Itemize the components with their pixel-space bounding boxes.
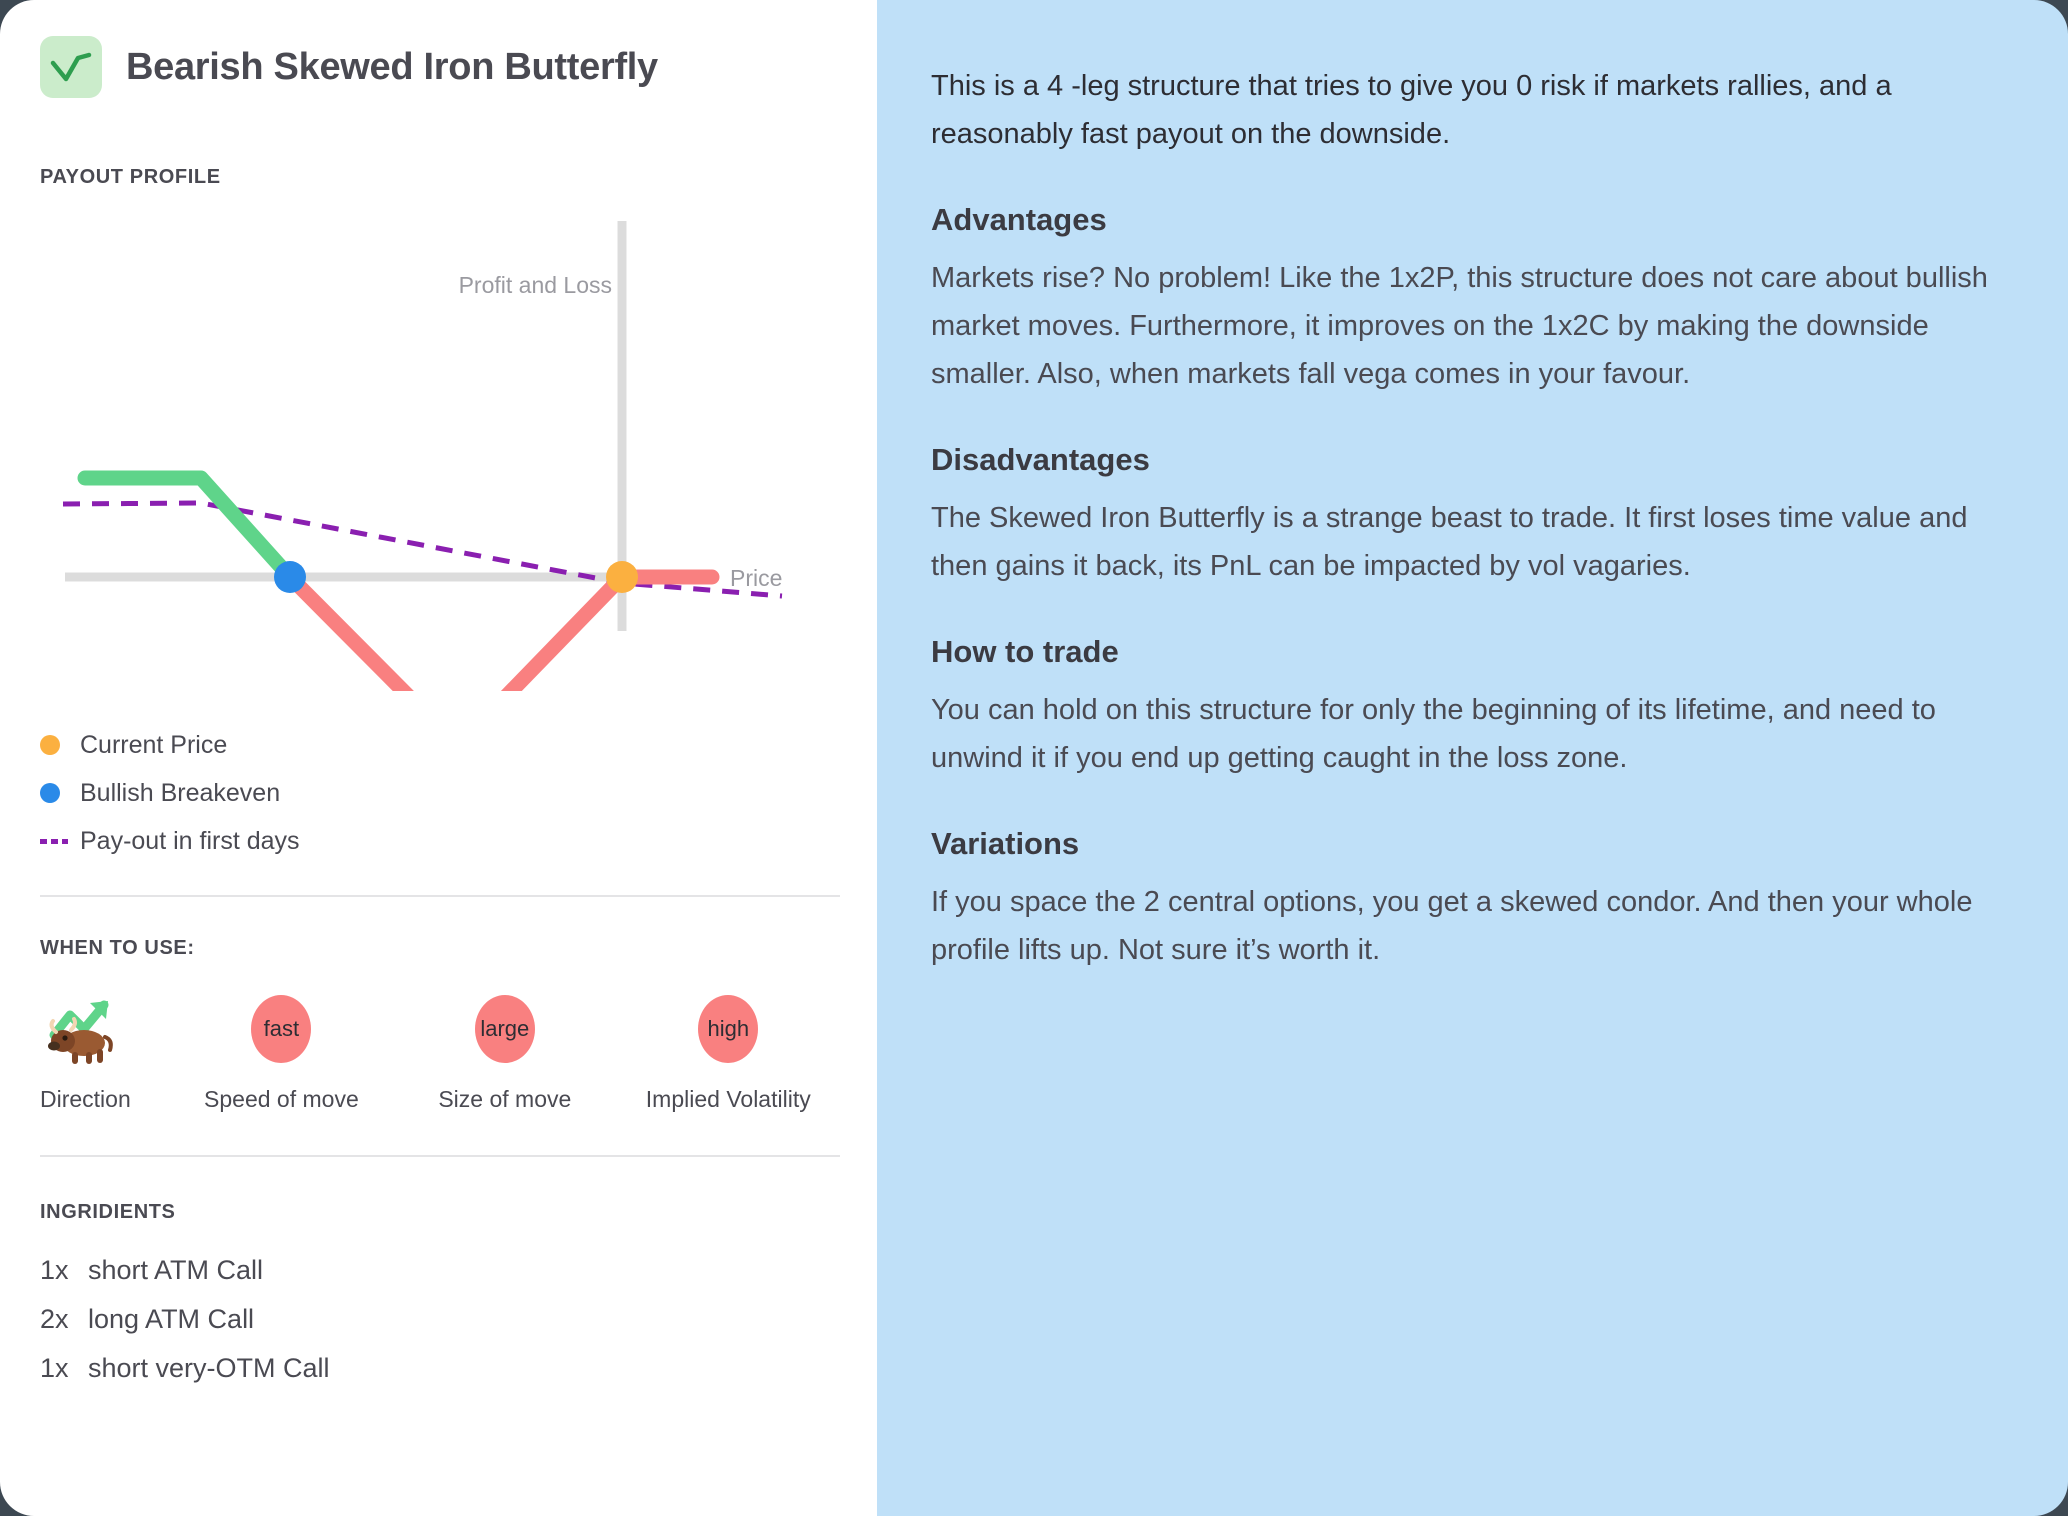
when-to-use-item-direction: Direction: [40, 988, 170, 1113]
app-root: Bearish Skewed Iron Butterfly PAYOUT PRO…: [0, 0, 2068, 1516]
details-panel-content: This is a 4 -leg structure that tries to…: [931, 62, 2016, 974]
when-to-use-label: WHEN TO USE:: [40, 937, 195, 959]
speed-of-move-badge: fast: [251, 995, 312, 1063]
chart-marker-current-price: [606, 561, 638, 593]
legend-label: Pay-out in first days: [80, 826, 300, 855]
ingridients-label: INGRIDIENTS: [40, 1201, 176, 1223]
list-item: 2x long ATM Call: [40, 1295, 840, 1344]
legend-dot-icon: [40, 735, 80, 755]
payout-profile-check-icon: [40, 36, 102, 98]
legend-label: Current Price: [80, 730, 228, 759]
chart-series-loss: [282, 569, 720, 691]
ingredient-qty: 2x: [40, 1304, 69, 1334]
implied-volatility-badge: high: [698, 995, 759, 1063]
details-intro: This is a 4 -leg structure that tries to…: [931, 70, 1892, 150]
legend-item-current-price: Current Price: [40, 721, 840, 769]
chart-legend: Current Price Bullish Breakeven Pay-out …: [40, 721, 840, 865]
when-to-use-item-implied-volatility: high Implied Volatility: [617, 988, 840, 1113]
legend-label: Bullish Breakeven: [80, 778, 281, 807]
legend-item-payout-first-days: Pay-out in first days: [40, 817, 840, 865]
when-to-use-row: Direction fast Speed of move large Size …: [40, 988, 840, 1113]
list-item: 1x short ATM Call: [40, 1246, 840, 1295]
ingredient-qty: 1x: [40, 1255, 69, 1285]
svg-text:Price: Price: [730, 565, 782, 591]
details-heading-how-to-trade: How to trade: [931, 634, 1119, 669]
chart-marker-bullish-breakeven: [274, 561, 306, 593]
card-header: Bearish Skewed Iron Butterfly: [40, 36, 840, 98]
size-of-move-badge: large: [474, 995, 535, 1063]
details-panel: This is a 4 -leg structure that tries to…: [877, 0, 2068, 1516]
list-item: 1x short very-OTM Call: [40, 1344, 840, 1393]
ingredient-name: short ATM Call: [88, 1255, 264, 1285]
details-heading-advantages: Advantages: [931, 202, 1107, 237]
strategy-card: Bearish Skewed Iron Butterfly PAYOUT PRO…: [0, 0, 877, 1516]
bull-with-up-arrow-icon: [40, 988, 120, 1070]
legend-dash-icon: [40, 838, 80, 844]
strategy-card-content: Bearish Skewed Iron Butterfly PAYOUT PRO…: [40, 0, 840, 1393]
ingredient-name: long ATM Call: [88, 1304, 255, 1334]
when-to-use-caption: Size of move: [438, 1086, 572, 1112]
when-to-use-item-size-of-move: large Size of move: [393, 988, 616, 1113]
payout-profile-label: PAYOUT PROFILE: [40, 166, 221, 188]
details-body-how-to-trade: You can hold on this structure for only …: [931, 694, 1936, 774]
legend-dot-icon: [40, 783, 80, 803]
ingredient-qty: 1x: [40, 1353, 69, 1383]
details-body-advantages: Markets rise? No problem! Like the 1x2P,…: [931, 262, 1988, 390]
legend-item-bullish-breakeven: Bullish Breakeven: [40, 769, 840, 817]
details-heading-disadvantages: Disadvantages: [931, 442, 1150, 477]
chart-series-profit: [77, 470, 298, 585]
when-to-use-item-speed-of-move: fast Speed of move: [170, 988, 393, 1113]
page-title: Bearish Skewed Iron Butterfly: [126, 45, 658, 88]
details-body-disadvantages: The Skewed Iron Butterfly is a strange b…: [931, 502, 1968, 582]
when-to-use-caption: Implied Volatility: [645, 1086, 811, 1112]
when-to-use-caption: Speed of move: [204, 1086, 359, 1112]
svg-text:Profit and Loss: Profit and Loss: [459, 272, 612, 298]
ingredient-name: short very-OTM Call: [88, 1353, 330, 1383]
ingridients-list: 1x short ATM Call 2x long ATM Call 1x sh…: [40, 1246, 840, 1393]
details-heading-variations: Variations: [931, 826, 1080, 861]
payout-profile-chart: Profit and Loss Price: [0, 211, 877, 691]
details-body-variations: If you space the 2 central options, you …: [931, 886, 1973, 966]
divider: [40, 895, 840, 897]
when-to-use-caption: Direction: [40, 1086, 131, 1112]
divider: [40, 1155, 840, 1157]
